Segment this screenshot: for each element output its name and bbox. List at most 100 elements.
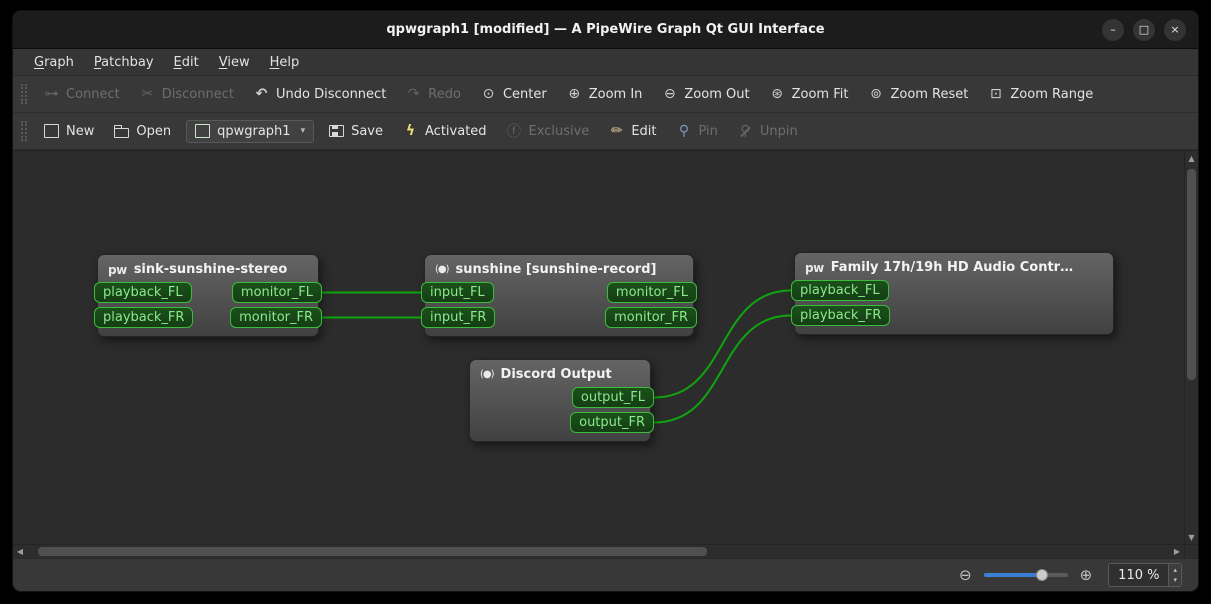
edit-icon: [609, 123, 624, 139]
patchbay-combo[interactable]: qpwgraph1 ▾: [186, 119, 315, 143]
activated-button[interactable]: Activated: [394, 118, 496, 144]
menu-help[interactable]: Help: [261, 52, 309, 73]
port-output_FL[interactable]: output_FL: [571, 387, 654, 408]
exclusive-button[interactable]: Exclusive: [498, 116, 599, 146]
menubar: Graph Patchbay Edit View Help: [13, 49, 1198, 76]
zoom-fit-icon: [770, 86, 785, 102]
pin-icon: [677, 123, 692, 139]
port-monitor_FL[interactable]: monitor_FL: [231, 282, 322, 303]
toolbar-label: Connect: [66, 86, 120, 102]
undo-disconnect-button[interactable]: Undo Disconnect: [245, 81, 395, 107]
toolbar-label: New: [66, 123, 95, 139]
toolbar-label: Unpin: [759, 123, 798, 139]
spin-arrows: ▴ ▾: [1168, 564, 1181, 586]
spin-down-icon[interactable]: ▾: [1169, 575, 1181, 585]
audio-app-icon: [435, 264, 449, 275]
zoom-range-button[interactable]: Zoom Range: [979, 81, 1102, 107]
connect-button[interactable]: Connect: [35, 81, 129, 107]
redo-icon: [406, 86, 421, 102]
port-input_FR[interactable]: input_FR: [421, 307, 496, 328]
center-icon: [481, 86, 496, 102]
graph-toolbar: Connect Disconnect Undo Disconnect Redo Cent…: [13, 76, 1198, 113]
port-monitor_FR[interactable]: monitor_FR: [230, 307, 322, 328]
close-icon: ×: [1170, 23, 1180, 36]
zoom-out-button[interactable]: Zoom Out: [653, 81, 758, 107]
center-button[interactable]: Center: [472, 81, 556, 107]
unpin-button[interactable]: Unpin: [729, 118, 807, 144]
maximize-button[interactable]: □: [1133, 18, 1155, 41]
chevron-down-icon: ▾: [300, 126, 306, 136]
zoom-out-icon[interactable]: ⊖: [959, 566, 972, 584]
horizontal-scroll-thumb[interactable]: [38, 547, 708, 556]
graph-canvas[interactable]: sink-sunshine-stereo playback_FL playback_…: [13, 151, 1184, 544]
disconnect-button[interactable]: Disconnect: [131, 81, 243, 107]
port-playback_FR[interactable]: playback_FR: [791, 305, 891, 326]
zoom-in-icon[interactable]: ⊕: [1080, 566, 1093, 584]
spin-up-icon[interactable]: ▴: [1169, 565, 1181, 575]
toolbar-label: qpwgraph1: [217, 123, 291, 139]
vertical-scroll-thumb[interactable]: [1187, 168, 1196, 381]
vertical-scroll-track[interactable]: [1185, 165, 1198, 530]
zoom-value[interactable]: 110 %: [1109, 564, 1168, 586]
zoom-out-icon: [662, 86, 677, 102]
toolbar-label: Zoom Range: [1010, 86, 1094, 102]
toolbar-label: Edit: [631, 123, 657, 139]
scroll-left-icon[interactable]: ◀: [13, 545, 27, 558]
redo-button[interactable]: Redo: [397, 81, 470, 107]
open-folder-icon: [114, 125, 130, 138]
port-playback_FL[interactable]: playback_FL: [94, 282, 192, 303]
toolbar-label: Zoom Fit: [791, 86, 849, 102]
node-sink[interactable]: sink-sunshine-stereo playback_FL playback_…: [94, 254, 322, 337]
minimize-button[interactable]: –: [1102, 18, 1124, 41]
toolbar-handle[interactable]: [21, 84, 27, 104]
edit-button[interactable]: Edit: [600, 118, 665, 144]
node-title: sunshine [sunshine-record]: [455, 262, 657, 277]
port-output_FR[interactable]: output_FR: [570, 412, 654, 433]
node-discord[interactable]: Discord Output output_FL output_FR: [469, 359, 654, 442]
statusbar: ⊖ ⊕ 110 % ▴ ▾: [13, 558, 1198, 591]
port-monitor_FL[interactable]: monitor_FL: [606, 282, 697, 303]
port-playback_FR[interactable]: playback_FR: [94, 307, 194, 328]
zoom-spinbox[interactable]: 110 % ▴ ▾: [1108, 563, 1182, 587]
menu-edit[interactable]: Edit: [165, 52, 208, 73]
toolbar-label: Zoom Out: [684, 86, 750, 102]
pin-button[interactable]: Pin: [668, 118, 727, 144]
horizontal-scroll-track[interactable]: [27, 545, 1170, 558]
node-title: sink-sunshine-stereo: [133, 262, 288, 277]
unpin-icon: [738, 123, 753, 139]
scroll-down-icon[interactable]: ▼: [1185, 530, 1198, 544]
node-title: Discord Output: [500, 367, 612, 382]
vertical-scrollbar[interactable]: ▲ ▼: [1184, 151, 1198, 544]
new-button[interactable]: New: [35, 119, 103, 144]
toolbar-handle[interactable]: [21, 121, 27, 141]
activated-icon: [403, 123, 418, 139]
maximize-icon: □: [1138, 23, 1150, 36]
zoom-slider-fill: [983, 573, 1043, 577]
zoom-in-icon: [567, 86, 582, 102]
menu-patchbay[interactable]: Patchbay: [85, 52, 163, 73]
pipewire-icon: [108, 263, 127, 277]
save-icon: [329, 125, 345, 137]
titlebar[interactable]: qpwgraph1 [modified] — A PipeWire Graph …: [13, 11, 1198, 49]
zoom-fit-button[interactable]: Zoom Fit: [761, 81, 858, 107]
port-monitor_FR[interactable]: monitor_FR: [605, 307, 697, 328]
undo-icon: [254, 86, 269, 102]
zoom-reset-button[interactable]: Zoom Reset: [859, 81, 977, 107]
zoom-in-button[interactable]: Zoom In: [558, 81, 652, 107]
port-playback_FL[interactable]: playback_FL: [791, 280, 889, 301]
close-button[interactable]: ×: [1164, 18, 1186, 41]
port-input_FL[interactable]: input_FL: [421, 282, 494, 303]
zoom-slider-thumb[interactable]: [1036, 569, 1049, 581]
menu-view[interactable]: View: [210, 52, 259, 73]
scroll-right-icon[interactable]: ▶: [1170, 545, 1184, 558]
save-button[interactable]: Save: [320, 119, 392, 144]
menu-graph[interactable]: Graph: [25, 52, 83, 73]
new-document-icon: [44, 124, 59, 138]
zoom-slider[interactable]: [983, 569, 1068, 581]
node-sunshine[interactable]: sunshine [sunshine-record] input_FL input_…: [421, 254, 697, 337]
file-toolbar: New Open qpwgraph1 ▾ Save Activated Exclusive E…: [13, 113, 1198, 150]
open-button[interactable]: Open: [105, 119, 180, 144]
window-title: qpwgraph1 [modified] — A PipeWire Graph …: [386, 22, 825, 37]
scroll-up-icon[interactable]: ▲: [1185, 151, 1198, 165]
node-family[interactable]: Family 17h/19h HD Audio Contr… playback_F…: [791, 252, 1114, 335]
